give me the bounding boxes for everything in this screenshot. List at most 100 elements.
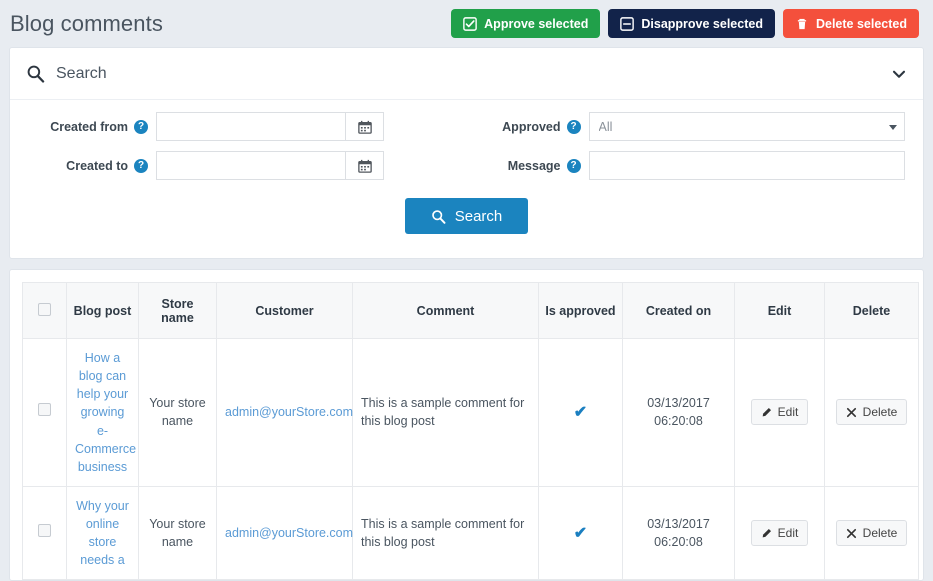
column-customer: Customer	[217, 283, 353, 339]
cell-is-approved: ✔	[539, 486, 623, 580]
cell-created-on: 03/13/2017 06:20:08	[623, 339, 735, 487]
grid-panel: Blog post Store name Customer Comment Is…	[9, 269, 924, 581]
cell-created-on: 03/13/2017 06:20:08	[623, 486, 735, 580]
cell-blog-post: How a blog can help your growing e-Comme…	[67, 339, 139, 487]
customer-link[interactable]: admin@yourStore.com	[225, 405, 353, 419]
help-icon-message[interactable]: ?	[567, 159, 581, 173]
help-icon-created-to[interactable]: ?	[134, 159, 148, 173]
search-panel: Search Created from ?	[9, 47, 924, 259]
created-to-group: Created to ?	[28, 151, 467, 180]
edit-button[interactable]: Edit	[751, 520, 809, 546]
delete-button-label: Delete	[863, 405, 898, 419]
created-from-label: Created from	[50, 120, 128, 134]
minus-square-icon	[620, 17, 634, 31]
created-to-control	[156, 151, 445, 180]
check-icon: ✔	[574, 525, 587, 542]
approved-label-wrap: Approved ?	[467, 120, 589, 134]
cell-edit: Edit	[735, 486, 825, 580]
pencil-icon	[761, 407, 772, 418]
column-is-approved: Is approved	[539, 283, 623, 339]
search-icon-button	[431, 209, 446, 224]
approved-group: Approved ? All	[467, 112, 906, 141]
approve-selected-button[interactable]: Approve selected	[451, 9, 600, 38]
cell-delete: Delete	[825, 486, 919, 580]
header-actions: Approve selected Disapprove selected Del…	[451, 9, 919, 38]
message-label-wrap: Message ?	[467, 159, 589, 173]
search-panel-body: Created from ? Approved ?	[10, 100, 923, 258]
select-all-header	[23, 283, 67, 339]
search-icon	[26, 64, 45, 83]
delete-button[interactable]: Delete	[836, 399, 908, 425]
created-to-label: Created to	[66, 159, 128, 173]
edit-button[interactable]: Edit	[751, 399, 809, 425]
check-icon: ✔	[574, 404, 587, 421]
table-body: How a blog can help your growing e-Comme…	[23, 339, 919, 580]
delete-selected-label: Delete selected	[816, 17, 907, 31]
row-select-cell	[23, 486, 67, 580]
cell-comment: This is a sample comment for this blog p…	[353, 486, 539, 580]
column-comment: Comment	[353, 283, 539, 339]
created-from-group: Created from ?	[28, 112, 467, 141]
column-created-on: Created on	[623, 283, 735, 339]
search-row-2: Created to ? Message ?	[28, 151, 905, 180]
search-button[interactable]: Search	[405, 198, 529, 234]
table-row: Why your online store needs a Your store…	[23, 486, 919, 580]
comments-table: Blog post Store name Customer Comment Is…	[22, 282, 919, 580]
row-select-cell	[23, 339, 67, 487]
check-square-icon	[463, 17, 477, 31]
approved-label: Approved	[502, 120, 560, 134]
page-header: Blog comments Approve selected Disapprov…	[0, 0, 933, 47]
cell-is-approved: ✔	[539, 339, 623, 487]
blog-post-link[interactable]: How a blog can help your growing e-Comme…	[75, 351, 136, 474]
delete-button[interactable]: Delete	[836, 520, 908, 546]
trash-icon	[795, 17, 809, 31]
cell-delete: Delete	[825, 339, 919, 487]
row-checkbox[interactable]	[38, 524, 51, 537]
created-from-label-wrap: Created from ?	[28, 120, 156, 134]
blog-post-link[interactable]: Why your online store needs a	[76, 499, 129, 567]
delete-selected-button[interactable]: Delete selected	[783, 9, 919, 38]
cell-store-name: Your store name	[139, 339, 217, 487]
page-title: Blog comments	[10, 11, 163, 37]
message-input[interactable]	[589, 151, 906, 180]
chevron-down-icon[interactable]	[891, 66, 907, 82]
approved-select-wrap: All	[589, 112, 906, 141]
column-blog-post: Blog post	[67, 283, 139, 339]
times-icon	[846, 407, 857, 418]
cell-store-name: Your store name	[139, 486, 217, 580]
cell-blog-post: Why your online store needs a	[67, 486, 139, 580]
created-from-input[interactable]	[156, 112, 345, 141]
cell-customer: admin@yourStore.com	[217, 339, 353, 487]
message-group: Message ?	[467, 151, 906, 180]
edit-button-label: Edit	[778, 405, 799, 419]
created-to-input[interactable]	[156, 151, 345, 180]
search-panel-title: Search	[56, 65, 891, 83]
approved-control: All	[589, 112, 906, 141]
message-label: Message	[508, 159, 561, 173]
cell-customer: admin@yourStore.com	[217, 486, 353, 580]
column-edit: Edit	[735, 283, 825, 339]
cell-comment: This is a sample comment for this blog p…	[353, 339, 539, 487]
cell-edit: Edit	[735, 339, 825, 487]
help-icon-approved[interactable]: ?	[567, 120, 581, 134]
approve-selected-label: Approve selected	[484, 17, 588, 31]
table-row: How a blog can help your growing e-Comme…	[23, 339, 919, 487]
created-from-input-group	[156, 112, 384, 141]
select-all-checkbox[interactable]	[38, 303, 51, 316]
help-icon-created-from[interactable]: ?	[134, 120, 148, 134]
search-submit-row: Search	[28, 190, 905, 250]
message-control	[589, 151, 906, 180]
created-from-control	[156, 112, 445, 141]
calendar-icon-created-from[interactable]	[345, 112, 384, 141]
edit-button-label: Edit	[778, 526, 799, 540]
approved-select[interactable]: All	[589, 112, 906, 141]
search-panel-header[interactable]: Search	[10, 48, 923, 100]
created-to-input-group	[156, 151, 384, 180]
customer-link[interactable]: admin@yourStore.com	[225, 526, 353, 540]
disapprove-selected-label: Disapprove selected	[641, 17, 763, 31]
calendar-icon-created-to[interactable]	[345, 151, 384, 180]
table-header-row: Blog post Store name Customer Comment Is…	[23, 283, 919, 339]
delete-button-label: Delete	[863, 526, 898, 540]
disapprove-selected-button[interactable]: Disapprove selected	[608, 9, 775, 38]
row-checkbox[interactable]	[38, 403, 51, 416]
